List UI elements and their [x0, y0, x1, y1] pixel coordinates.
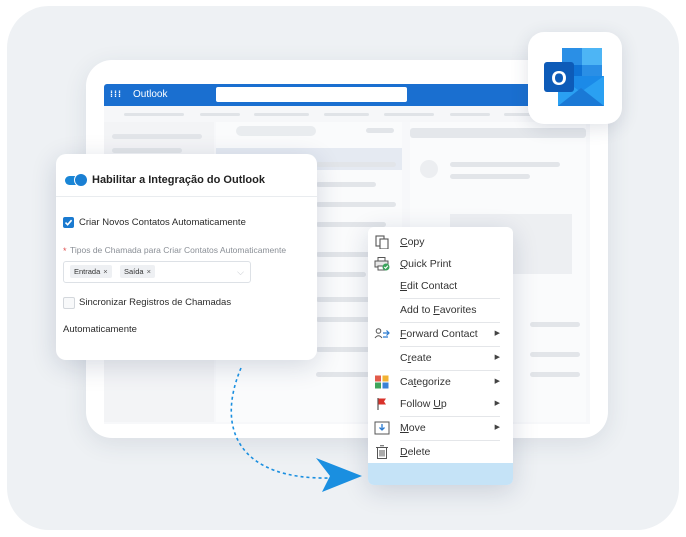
- menu-item-label: Move: [400, 422, 426, 434]
- outlook-logo-tile: O: [528, 32, 622, 124]
- menu-divider: [400, 440, 500, 441]
- ribbon: [104, 106, 590, 123]
- menu-item-add-to-favorites[interactable]: Add to Favorites: [368, 300, 513, 320]
- menu-divider: [400, 322, 500, 323]
- menu-item-categorize[interactable]: Categorize ▶: [368, 372, 513, 392]
- menu-item-copy[interactable]: Copy: [368, 232, 513, 252]
- submenu-arrow-icon: ▶: [494, 424, 500, 431]
- menu-item-edit-contact[interactable]: Edit Contact: [368, 276, 513, 296]
- create-contacts-label: Criar Novos Contatos Automaticamente: [79, 217, 246, 228]
- menu-footer-highlight: [368, 463, 513, 485]
- search-input[interactable]: [216, 87, 407, 102]
- outlook-titlebar: ⁞⁞⁞ Outlook: [104, 84, 590, 106]
- menu-item-forward-contact[interactable]: Forward Contact ▶: [368, 324, 513, 344]
- sync-calls-label-continued: Automaticamente: [63, 324, 137, 335]
- svg-text:O: O: [551, 68, 567, 90]
- menu-divider: [400, 416, 500, 417]
- submenu-arrow-icon: ▶: [494, 330, 500, 337]
- quick-print-icon: [374, 257, 390, 271]
- menu-item-create[interactable]: Create ▶: [368, 348, 513, 368]
- follow-up-flag-icon: [377, 398, 386, 410]
- remove-chip-icon[interactable]: ×: [103, 267, 107, 276]
- contact-context-menu: Copy Quick Print Edit Contact Add to Fav…: [368, 227, 513, 485]
- menu-item-label: Delete: [400, 446, 431, 458]
- create-contacts-checkbox[interactable]: [63, 217, 74, 228]
- menu-divider: [400, 298, 500, 299]
- chevron-down-icon[interactable]: ⌵: [237, 267, 244, 278]
- sync-calls-label: Sincronizar Registros de Chamadas: [79, 297, 232, 308]
- call-types-select[interactable]: Entrada × Saída × ⌵: [63, 261, 251, 283]
- menu-item-label: Copy: [400, 236, 425, 248]
- call-types-label: Tipos de Chamada para Criar Contatos Aut…: [70, 245, 287, 255]
- settings-title: Habilitar a Integração do Outlook: [92, 174, 265, 186]
- menu-item-delete[interactable]: Delete: [368, 442, 513, 462]
- call-type-chip: Entrada ×: [70, 265, 112, 278]
- delete-icon: [376, 445, 388, 459]
- required-mark: *: [63, 246, 67, 256]
- menu-item-label: Add to Favorites: [400, 304, 477, 316]
- menu-item-label: Edit Contact: [400, 280, 458, 292]
- menu-item-label: Forward Contact: [400, 328, 478, 340]
- menu-divider: [400, 370, 500, 371]
- outlook-logo-icon: O: [544, 48, 604, 106]
- categorize-icon: [375, 375, 389, 389]
- remove-chip-icon[interactable]: ×: [147, 267, 151, 276]
- menu-item-quick-print[interactable]: Quick Print: [368, 254, 513, 274]
- menu-item-label: Categorize: [400, 376, 451, 388]
- menu-item-label: Create: [400, 352, 432, 364]
- waffle-icon[interactable]: ⁞⁞⁞: [110, 89, 122, 99]
- menu-item-follow-up[interactable]: Follow Up ▶: [368, 394, 513, 414]
- forward-contact-icon: [374, 328, 390, 339]
- menu-item-move[interactable]: Move ▶: [368, 418, 513, 438]
- submenu-arrow-icon: ▶: [494, 354, 500, 361]
- submenu-arrow-icon: ▶: [494, 378, 500, 385]
- divider: [56, 196, 317, 197]
- move-icon: [374, 421, 390, 435]
- menu-item-label: Follow Up: [400, 398, 447, 410]
- app-title: Outlook: [133, 89, 168, 100]
- outlook-integration-settings: Habilitar a Integração do Outlook Criar …: [56, 154, 317, 360]
- integration-toggle[interactable]: [65, 173, 88, 187]
- copy-icon: [375, 235, 389, 249]
- submenu-arrow-icon: ▶: [494, 400, 500, 407]
- menu-divider: [400, 346, 500, 347]
- toggle-knob: [74, 173, 88, 187]
- call-type-chip: Saída ×: [120, 265, 155, 278]
- menu-item-label: Quick Print: [400, 258, 452, 270]
- sync-calls-checkbox[interactable]: [63, 297, 75, 309]
